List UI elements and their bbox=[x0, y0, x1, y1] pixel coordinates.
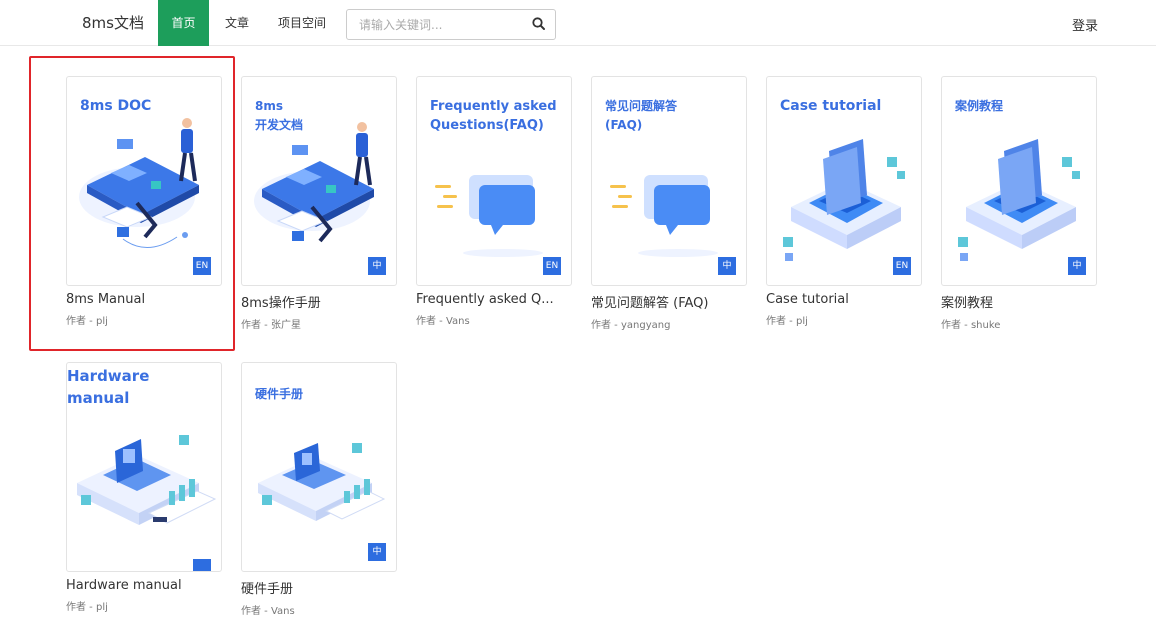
book-author: 作者 - Vans bbox=[416, 316, 470, 327]
book-cover[interactable]: 8ms DOC EN bbox=[66, 76, 222, 286]
book-card[interactable]: Hardware manual Hardware manual 作者 - plj bbox=[66, 362, 222, 613]
book-card[interactable]: 常见问题解答 (FAQ) 中 常见问题解答 (FAQ) 作者 - yangyan… bbox=[591, 76, 747, 331]
book-card[interactable]: 案例教程 中 案例教程 作者 - shuke bbox=[941, 76, 1097, 331]
nav-home[interactable]: 首页 bbox=[158, 0, 209, 46]
language-badge: 中 bbox=[718, 257, 736, 275]
book-title-link[interactable]: 硬件手册 bbox=[241, 578, 397, 597]
language-badge: EN bbox=[193, 257, 211, 275]
search-icon[interactable] bbox=[531, 16, 547, 32]
book-author: 作者 - plj bbox=[66, 602, 108, 613]
book-title-link[interactable]: 8ms Manual bbox=[66, 292, 222, 307]
book-card[interactable]: 8ms DOC EN 8ms Manual 作者 - plj bbox=[66, 76, 222, 327]
top-navbar: 8ms文档 首页 文章 项目空间 登录 bbox=[0, 0, 1156, 46]
cover-title: Frequently asked Questions(FAQ) bbox=[430, 99, 557, 133]
search-box bbox=[346, 9, 556, 40]
cover-title: 案例教程 bbox=[955, 99, 1004, 113]
login-link[interactable]: 登录 bbox=[1072, 15, 1098, 34]
cover-title: 硬件手册 bbox=[255, 387, 304, 401]
book-cover[interactable]: 硬件手册 中 bbox=[241, 362, 397, 572]
book-card[interactable]: Case tutorial EN Case tutorial 作者 - plj bbox=[766, 76, 922, 327]
cover-title: 常见问题解答 (FAQ) bbox=[605, 99, 678, 132]
search-input[interactable] bbox=[347, 10, 527, 39]
cover-title: Hardware manual bbox=[67, 367, 150, 407]
book-title-link[interactable]: Frequently asked Q... bbox=[416, 292, 572, 307]
nav-project-space[interactable]: 项目空间 bbox=[268, 0, 336, 46]
book-title-link[interactable]: 常见问题解答 (FAQ) bbox=[591, 292, 747, 311]
language-badge: 中 bbox=[368, 543, 386, 561]
book-author: 作者 - yangyang bbox=[591, 320, 671, 331]
book-author: 作者 - plj bbox=[66, 316, 108, 327]
book-author: 作者 - shuke bbox=[941, 320, 1001, 331]
book-cover[interactable]: 8ms 开发文档 中 bbox=[241, 76, 397, 286]
book-cover[interactable]: Hardware manual bbox=[66, 362, 222, 572]
book-title-link[interactable]: 8ms操作手册 bbox=[241, 292, 397, 311]
book-author: 作者 - plj bbox=[766, 316, 808, 327]
book-cover[interactable]: 常见问题解答 (FAQ) 中 bbox=[591, 76, 747, 286]
cover-title: 8ms DOC bbox=[80, 98, 152, 114]
brand-logo-link[interactable]: 8ms文档 bbox=[82, 12, 144, 33]
nav-articles[interactable]: 文章 bbox=[216, 0, 258, 46]
cover-title: 8ms 开发文档 bbox=[255, 99, 304, 132]
language-badge: 中 bbox=[368, 257, 386, 275]
language-badge: EN bbox=[893, 257, 911, 275]
language-badge bbox=[193, 559, 211, 571]
book-card[interactable]: Frequently asked Questions(FAQ) EN Frequ… bbox=[416, 76, 572, 327]
book-card[interactable]: 8ms 开发文档 中 8ms操作手册 作者 - 张广星 bbox=[241, 76, 397, 331]
book-card[interactable]: 硬件手册 中 硬件手册 作者 - Vans bbox=[241, 362, 397, 617]
cover-title: Case tutorial bbox=[780, 98, 882, 114]
book-author: 作者 - 张广星 bbox=[241, 320, 301, 331]
book-title-link[interactable]: Hardware manual bbox=[66, 578, 222, 593]
language-badge: 中 bbox=[1068, 257, 1086, 275]
language-badge: EN bbox=[543, 257, 561, 275]
book-title-link[interactable]: Case tutorial bbox=[766, 292, 922, 307]
book-cover[interactable]: 案例教程 中 bbox=[941, 76, 1097, 286]
book-cover[interactable]: Frequently asked Questions(FAQ) EN bbox=[416, 76, 572, 286]
book-author: 作者 - Vans bbox=[241, 606, 295, 617]
book-cover[interactable]: Case tutorial EN bbox=[766, 76, 922, 286]
book-title-link[interactable]: 案例教程 bbox=[941, 292, 1097, 311]
